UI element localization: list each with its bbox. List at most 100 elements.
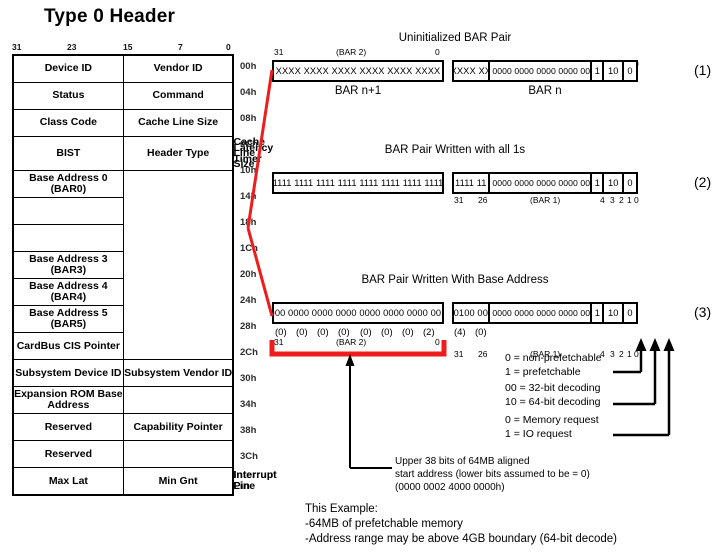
address-note-line-2: start address (lower bits assumed to be … [395, 469, 590, 480]
address-note-line-3: (0000 0002 4000 0000h) [395, 482, 505, 493]
hex-digit-label: (4) [454, 327, 466, 338]
bar-n-plus-1-value: XXXX XXXX XXXX XXXX XXXX XXXX XXXX XXXX [274, 66, 442, 76]
hex-digit-label: (2) [423, 327, 435, 338]
offset-label: 2Ch [240, 347, 258, 358]
bar-n-field: 10 [602, 304, 622, 322]
example-note-line-3: -Address range may be above 4GB boundary… [305, 533, 617, 545]
offset-label: 18h [240, 217, 257, 228]
hex-digit-label: (0) [338, 327, 350, 338]
offset-column: 00h 04h 08h 0Ch 10h 14h 18h 1Ch 20h 24h 28h 2Ch 30h 3… [240, 54, 270, 470]
offset-label: 38h [240, 425, 257, 436]
bar-diagram-title: Uninitialized BAR Pair [398, 32, 512, 44]
example-note-line-1: This Example: [305, 503, 378, 515]
table-row: Max Lat Min Gnt Interrupt Pin Interrupt Lin… [12, 467, 277, 496]
hex-digit-label: (0) [275, 327, 287, 338]
bit-label-7: 7 [178, 42, 183, 52]
hex-digit-label: (0) [317, 327, 329, 338]
bit-tick-label: 26 [478, 195, 488, 205]
table-row: Status Command [12, 82, 234, 110]
page-title: Type 0 Header [44, 6, 176, 27]
bit-tick-label: 3 [610, 195, 615, 205]
example-note: This Example: -64MB of prefetchable memo… [305, 502, 617, 547]
header-field-cell: Device ID [12, 54, 124, 83]
request-arrow-head [663, 338, 675, 351]
bit-tick-label: 31 [454, 349, 464, 359]
offset-label: 24h [240, 295, 257, 306]
header-field-cell: BIST [12, 135, 124, 172]
header-field-cell: Base Address 5 (BAR5) [12, 305, 124, 334]
table-row: Reserved Capability Pointer [12, 413, 234, 442]
legend-decoding-1: 10 = 64-bit decoding [505, 395, 601, 408]
bar-n-field: 00 0000 0000 0000 0000 0000 [487, 62, 590, 80]
legend-request-0: 0 = Memory request [505, 414, 599, 426]
offset-label: 3Ch [240, 451, 258, 462]
bit-label-31: 31 [12, 42, 22, 52]
header-field-cell: Cache Line Size [122, 109, 234, 137]
offset-label: 20h [240, 269, 257, 280]
offset-label: 10h [240, 165, 257, 176]
table-row: Base Address 4 (BAR4) [12, 278, 233, 307]
offset-label: 0Ch [240, 139, 258, 150]
bar-n-plus-1-caption: BAR n+1 [334, 85, 382, 97]
header-field-cell: Status [12, 82, 124, 110]
bar-n-field: 00 0000 0000 0000 0000 0000 [487, 304, 590, 322]
header-field-cell: Subsystem Vendor ID [122, 359, 234, 388]
bar-diagram-title: BAR Pair Written with all 1s [384, 144, 526, 156]
address-note: Upper 38 bits of 64MB aligned start addr… [395, 455, 590, 494]
header-field-cell: Subsystem Device ID [12, 359, 124, 388]
bar-n-field: XXXX XX [454, 66, 488, 76]
hex-digit-label: (0) [402, 327, 414, 338]
bit-tick-label: (BAR 2) [336, 47, 367, 57]
table-row: CardBus CIS Pointer [12, 332, 233, 361]
bar-n-plus-1-box: 1111 1111 1111 1111 1111 1111 1111 1111 [272, 172, 444, 194]
header-field-cell: Reserved [12, 413, 124, 442]
table-row: Base Address 5 (BAR5) [12, 305, 233, 334]
legend-decoding-0: 00 = 32-bit decoding [505, 382, 601, 394]
bar-n-plus-1-value: 0000 0000 0000 0000 0000 0000 0000 0010 [274, 308, 442, 318]
header-field-cell: Base Address 4 (BAR4) [12, 278, 124, 307]
bit-tick-label: 31 [274, 47, 284, 57]
bar-diagram-number: (1) [694, 62, 712, 78]
header-field-cell: Base Address 2 (BAR2) [12, 224, 124, 253]
offset-label: 30h [240, 373, 257, 384]
bar-n-field: 10 [602, 174, 622, 192]
type0-header-table: 31 23 15 7 0 Device ID Vendor ID Status Com… [12, 42, 277, 497]
bar-lo-tick-row: 31 26 (BAR 1) 43210 [452, 195, 639, 207]
header-field-cell: Max Lat [12, 467, 124, 496]
hex-digit-label: (0) [475, 327, 487, 338]
bar-n-box: 0100 0000 0000 0000 0000 0000 00001100 [452, 302, 638, 324]
bar-n-field: 1 [590, 304, 602, 322]
bit-tick-label: 4 [600, 195, 605, 205]
bar-n-field: 10 [602, 62, 622, 80]
table-row: Class Code Cache Line Size [12, 109, 234, 137]
header-field-cell: Command [122, 82, 234, 110]
offset-label: 14h [240, 191, 257, 202]
offset-label: 1Ch [240, 243, 258, 254]
header-field-cell: Capability Pointer [122, 413, 234, 442]
bar-n-field: 0 [622, 62, 636, 80]
bar-n-field: 0100 00 [454, 308, 488, 318]
table-row: Base Address 1 (BAR1) [12, 197, 233, 226]
hex-digit-label: (0) [360, 327, 372, 338]
bit-label-0: 0 [226, 42, 231, 52]
bar-n-field: 00 0000 0000 0000 0000 0000 [487, 174, 590, 192]
offset-label: 04h [240, 87, 257, 98]
bar-hi-tick-row: 31 (BAR 2) 0 [272, 47, 444, 59]
bar-n-plus-1-value: 1111 1111 1111 1111 1111 1111 1111 1111 [274, 178, 442, 188]
bar-n-field: 1 [590, 174, 602, 192]
header-field-cell: Base Address 3 (BAR3) [12, 251, 124, 280]
table-row: Subsystem Device ID Subsystem Vendor ID [12, 359, 234, 388]
bit-tick-label: 0 [634, 195, 639, 205]
bar-diagram-number: (2) [694, 174, 712, 190]
legend-prefetch-0: 0 = non-prefetchable [505, 352, 602, 364]
offset-label: 34h [240, 399, 257, 410]
header-field-cell: Class Code [12, 109, 124, 137]
legend-prefetchable: 0 = non-prefetchable 1 = prefetchable [505, 352, 602, 379]
bit-tick-label: 0 [435, 47, 440, 57]
bit-tick-label: 3 [610, 349, 615, 359]
bit-label-23: 23 [67, 42, 77, 52]
bar-n-caption: BAR n [528, 85, 562, 97]
header-field-cell: Expansion ROM Base Address [12, 386, 124, 415]
bit-tick-label: 26 [478, 349, 488, 359]
header-field-cell: Header Type [122, 135, 234, 172]
